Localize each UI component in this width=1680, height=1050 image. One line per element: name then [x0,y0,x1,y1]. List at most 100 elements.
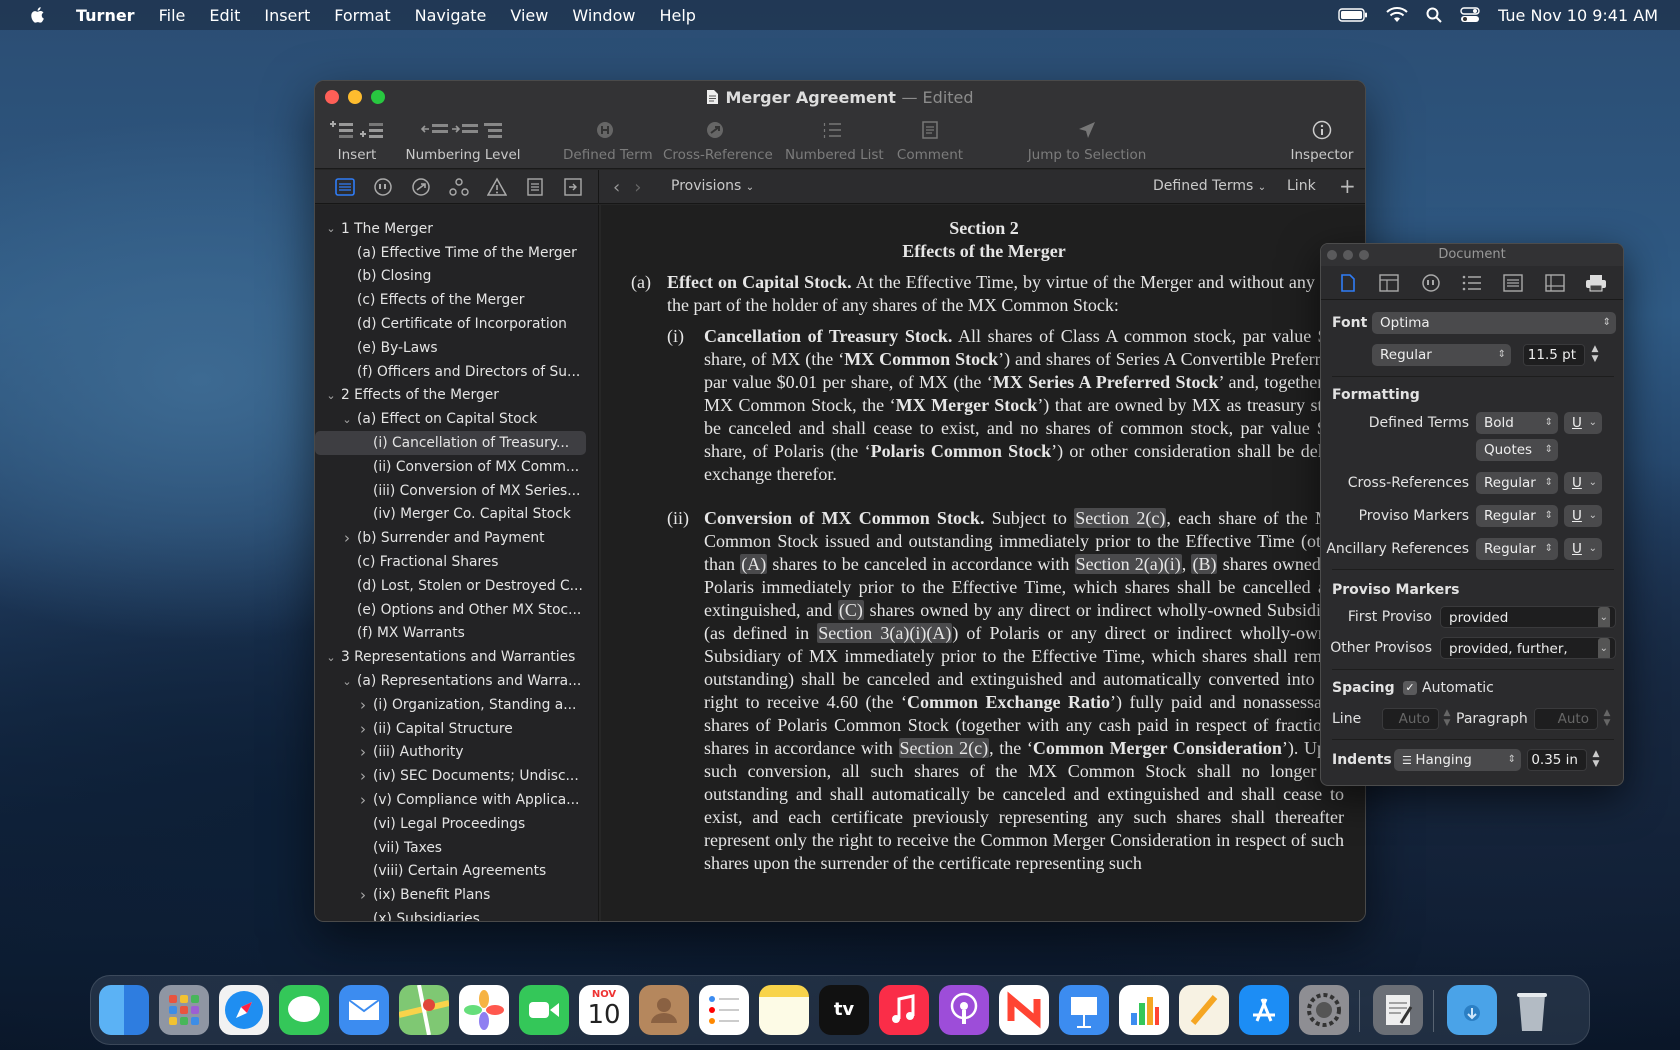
defined-term[interactable]: Common Exchange Ratio [907,692,1110,712]
outline-item[interactable]: (c) Effects of the Merger [315,288,598,312]
disclosure-open-icon[interactable]: ⌄ [325,651,337,664]
outline-item[interactable]: (f) Officers and Directors of Su... [315,360,598,384]
maps-icon[interactable] [398,984,450,1036]
menu-navigate[interactable]: Navigate [403,6,499,25]
defined-terms-dropdown[interactable]: Defined Terms ⌄ [1153,178,1266,194]
provision-ii[interactable]: Conversion of MX Common Stock. Subject t… [704,507,1344,875]
search-icon[interactable] [1426,7,1442,23]
disclosure-open-icon[interactable]: ⌄ [341,675,353,688]
disclosure-closed-icon[interactable]: › [357,720,369,738]
turner-app-icon[interactable] [1373,985,1423,1035]
cross-reference[interactable]: (A) [740,554,768,574]
apple-tv-icon[interactable]: tv [819,985,869,1035]
podcasts-icon[interactable] [939,985,989,1035]
disclosure-closed-icon[interactable]: › [357,696,369,714]
outline-item[interactable]: (d) Certificate of Incorporation [315,312,598,336]
mail-icon[interactable] [339,985,389,1035]
system-preferences-icon[interactable] [1299,985,1349,1035]
defined-term[interactable]: Common Merger Consideration [1033,738,1282,758]
battery-icon[interactable] [1338,8,1368,22]
export-tab-icon[interactable] [561,176,585,198]
line-spacing-stepper[interactable]: ▲ ▼ [1441,708,1453,730]
outline-item[interactable]: › (iii) Authority [315,741,598,765]
outline-item[interactable]: ⌄ 1 The Merger [315,217,598,241]
disclosure-closed-icon[interactable]: › [357,743,369,761]
menu-format[interactable]: Format [322,6,402,25]
provision-i[interactable]: Cancellation of Treasury Stock. All shar… [704,325,1365,486]
outline-item[interactable]: ⌄ 2 Effects of the Merger [315,384,598,408]
menu-insert[interactable]: Insert [252,6,322,25]
numbering-level-control[interactable]: Numbering Level [403,117,523,163]
reminders-icon[interactable] [699,985,749,1035]
finder-icon[interactable] [99,985,149,1035]
disclosure-closed-icon[interactable]: › [357,767,369,785]
cross-reference[interactable]: (B) [1191,554,1218,574]
inspector-minimize-button[interactable] [1343,250,1353,260]
app-store-icon[interactable] [1239,985,1289,1035]
font-size-stepper[interactable]: ▲ ▼ [1589,344,1601,366]
indent-value-stepper[interactable]: ▲ ▼ [1590,749,1602,771]
defined-terms-tab-icon[interactable] [371,176,395,198]
first-proviso-combo[interactable]: provided ⌄ [1440,606,1616,628]
inspector-close-button[interactable] [1327,250,1337,260]
trash-icon[interactable] [1507,985,1557,1035]
outline-item[interactable]: (e) By-Laws [315,336,598,360]
safari-icon[interactable] [219,985,269,1035]
numbers-icon[interactable] [1119,985,1169,1035]
news-icon[interactable] [999,985,1049,1035]
indent-value-field[interactable]: 0.35 in [1527,749,1587,771]
inspector-button[interactable]: Inspector [1285,117,1359,163]
paragraph-spacing-field[interactable]: Auto [1534,708,1598,730]
downloads-folder-icon[interactable] [1447,985,1497,1035]
numbered-list-button[interactable]: Numbered List [785,117,884,163]
outline-item[interactable]: (iv) Merger Co. Capital Stock [315,503,598,527]
launchpad-icon[interactable] [159,985,209,1035]
comments-tab-icon[interactable] [523,176,547,198]
jump-to-selection-button[interactable]: Jump to Selection [1025,117,1149,163]
disclosure-closed-icon[interactable]: › [357,791,369,809]
indent-type-select[interactable]: ☰ Hanging ⇕ [1394,749,1521,771]
outline-item[interactable]: (i) Cancellation of Treasury... [315,431,586,455]
outline-tab-icon[interactable] [333,176,357,198]
terms-tab-icon[interactable] [1419,273,1443,293]
proviso-markers-format-select[interactable]: Regular ⇕ [1476,505,1558,527]
ancillary-references-underline-select[interactable]: U ⌄ [1564,538,1602,560]
menu-file[interactable]: File [147,6,198,25]
outline-item[interactable]: ⌄ 3 Representations and Warranties [315,645,598,669]
list-tab-icon[interactable] [1460,273,1484,293]
link-button[interactable]: Link [1287,178,1316,194]
keynote-icon[interactable] [1059,985,1109,1035]
defined-term[interactable]: MX Merger Stock [896,395,1038,415]
page-tab-icon[interactable] [1543,273,1567,293]
layout-tab-icon[interactable] [1377,273,1401,293]
outline-item[interactable]: (b) Closing [315,265,598,289]
document-editor[interactable]: Section 2 Effects of the Merger (a) Effe… [601,205,1365,921]
disclosure-open-icon[interactable]: ⌄ [325,389,337,402]
cross-references-underline-select[interactable]: U ⌄ [1564,472,1602,494]
document-tab-icon[interactable] [1336,273,1360,293]
defined-term[interactable]: MX Common Stock [844,349,998,369]
facetime-icon[interactable] [519,985,569,1035]
cross-reference[interactable]: Section 3(a)(i)(A) [817,623,953,643]
photos-icon[interactable] [459,985,509,1035]
outline-item[interactable]: (e) Options and Other MX Stoc... [315,598,598,622]
menu-window[interactable]: Window [560,6,647,25]
defined-terms-format-select[interactable]: Bold ⇕ [1476,412,1558,434]
warnings-tab-icon[interactable] [485,176,509,198]
menu-view[interactable]: View [498,6,560,25]
defined-term-button[interactable]: Defined Term [563,117,653,163]
pages-icon[interactable] [1179,985,1229,1035]
disclosure-open-icon[interactable]: ⌄ [341,413,353,426]
inspector-zoom-button[interactable] [1359,250,1369,260]
quotes-select[interactable]: Quotes ⇕ [1476,439,1558,461]
menu-edit[interactable]: Edit [197,6,252,25]
messages-icon[interactable] [279,985,329,1035]
cross-reference-button[interactable]: Cross-Reference [663,117,773,163]
cross-reference[interactable]: (C) [837,600,864,620]
outline-item[interactable]: › (i) Organization, Standing a... [315,693,598,717]
outline-item[interactable]: (x) Subsidiaries [315,907,598,921]
outline-item[interactable]: (f) MX Warrants [315,622,598,646]
defined-term[interactable]: MX Series A Preferred Stock [993,372,1219,392]
font-size-field[interactable]: 11.5 pt [1523,344,1585,366]
proviso-markers-underline-select[interactable]: U ⌄ [1564,505,1602,527]
